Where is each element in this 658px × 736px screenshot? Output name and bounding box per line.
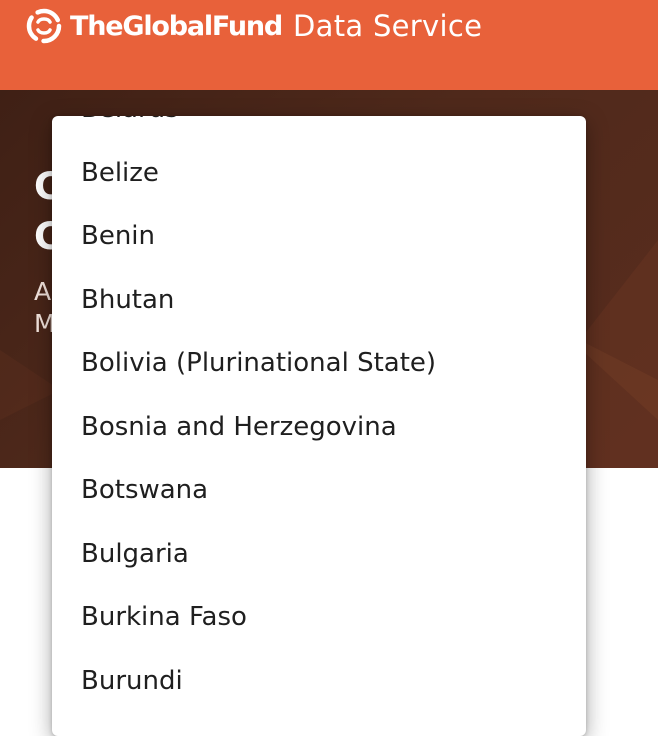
country-option[interactable]: Bhutan <box>52 269 586 333</box>
country-option-list: Belarus Belize Benin Bhutan Bolivia (Plu… <box>52 116 586 713</box>
country-option[interactable]: Belize <box>52 142 586 206</box>
country-option[interactable]: Belarus <box>52 116 586 142</box>
top-header: TheGlobalFund Data Service <box>0 0 658 90</box>
country-dropdown-menu[interactable]: Belarus Belize Benin Bhutan Bolivia (Plu… <box>52 116 586 736</box>
logo-brand-text: TheGlobalFund <box>70 10 283 42</box>
site-logo[interactable]: TheGlobalFund Data Service <box>26 8 482 44</box>
country-option[interactable]: Bosnia and Herzegovina <box>52 396 586 460</box>
country-option[interactable]: Burundi <box>52 650 586 714</box>
country-option[interactable]: Botswana <box>52 459 586 523</box>
country-option[interactable]: Bulgaria <box>52 523 586 587</box>
global-fund-logo-icon <box>26 8 62 44</box>
logo-suffix-text: Data Service <box>293 9 483 43</box>
country-option[interactable]: Bolivia (Plurinational State) <box>52 332 586 396</box>
country-option[interactable]: Benin <box>52 205 586 269</box>
country-option[interactable]: Burkina Faso <box>52 586 586 650</box>
